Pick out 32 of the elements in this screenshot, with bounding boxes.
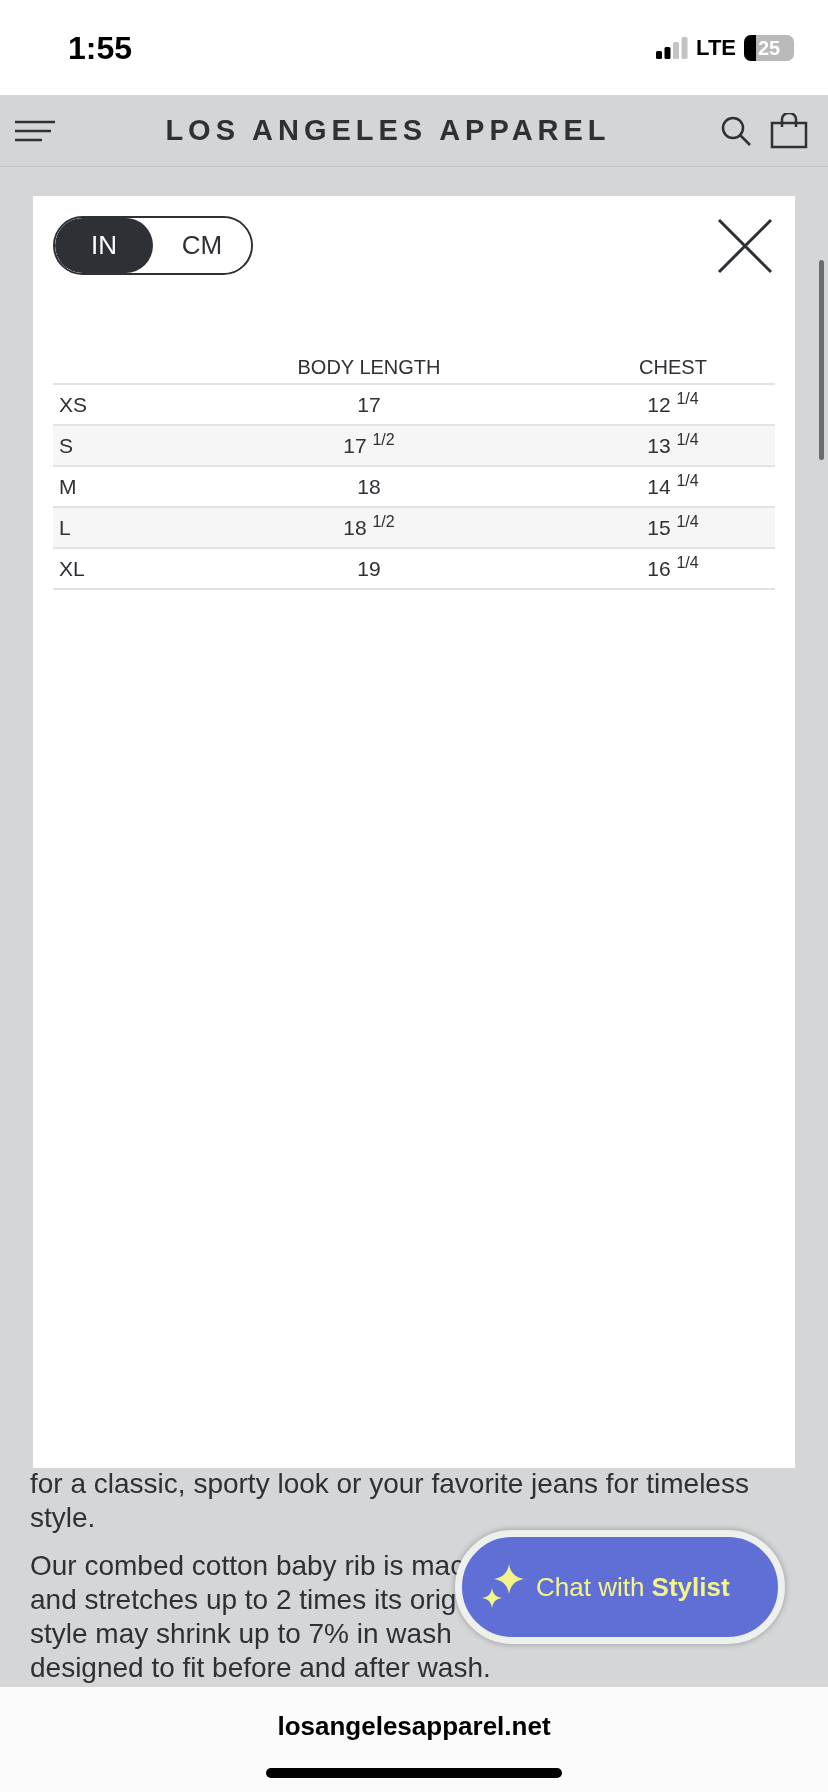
table-cell-text: 14 $^{1/4}$: [647, 470, 699, 500]
search-icon[interactable]: [720, 114, 752, 147]
description-text: designed to fit before and after wash.: [30, 1651, 491, 1685]
table-cell-text: 19: [357, 555, 381, 582]
size-label: M: [59, 474, 77, 498]
table-cell-text: 15 $^{1/4}$: [647, 511, 699, 541]
description-text: style.: [30, 1501, 96, 1535]
unit-option[interactable]: IN: [55, 218, 153, 273]
description-text: style may shrink up to 7% in wash: [30, 1617, 452, 1651]
network-label: LTE: [696, 34, 736, 62]
size-label: XL: [59, 556, 85, 580]
description-text: and stretches up to 2 times its orig: [30, 1583, 457, 1617]
shopping-bag-icon[interactable]: [770, 112, 808, 149]
column-header: CHEST: [639, 355, 707, 380]
table-cell-text: 18 $^{1/2}$: [343, 511, 395, 541]
description-text: for a classic, sporty look or your favorite jeans for timeless: [30, 1467, 749, 1501]
size-label: XS: [59, 392, 87, 416]
size-label: S: [59, 433, 73, 457]
unit-option[interactable]: CM: [153, 218, 251, 273]
size-label: L: [59, 515, 71, 539]
close-icon[interactable]: [717, 218, 773, 274]
status-time: 1:55: [68, 28, 133, 68]
table-cell-text: 12 $^{1/4}$: [647, 388, 699, 418]
table-cell-text: 17 $^{1/2}$: [343, 429, 395, 459]
table-cell-text: 17: [357, 391, 381, 418]
table-cell-text: 13 $^{1/4}$: [647, 429, 699, 459]
battery-indicator: 25: [744, 34, 794, 61]
table-cell-text: 18: [357, 473, 381, 500]
column-header: BODY LENGTH: [297, 355, 441, 380]
url-text[interactable]: losangelesapparel.net: [277, 1707, 551, 1746]
table-cell-text: 16 $^{1/4}$: [647, 552, 699, 582]
signal-icon: [656, 36, 689, 59]
